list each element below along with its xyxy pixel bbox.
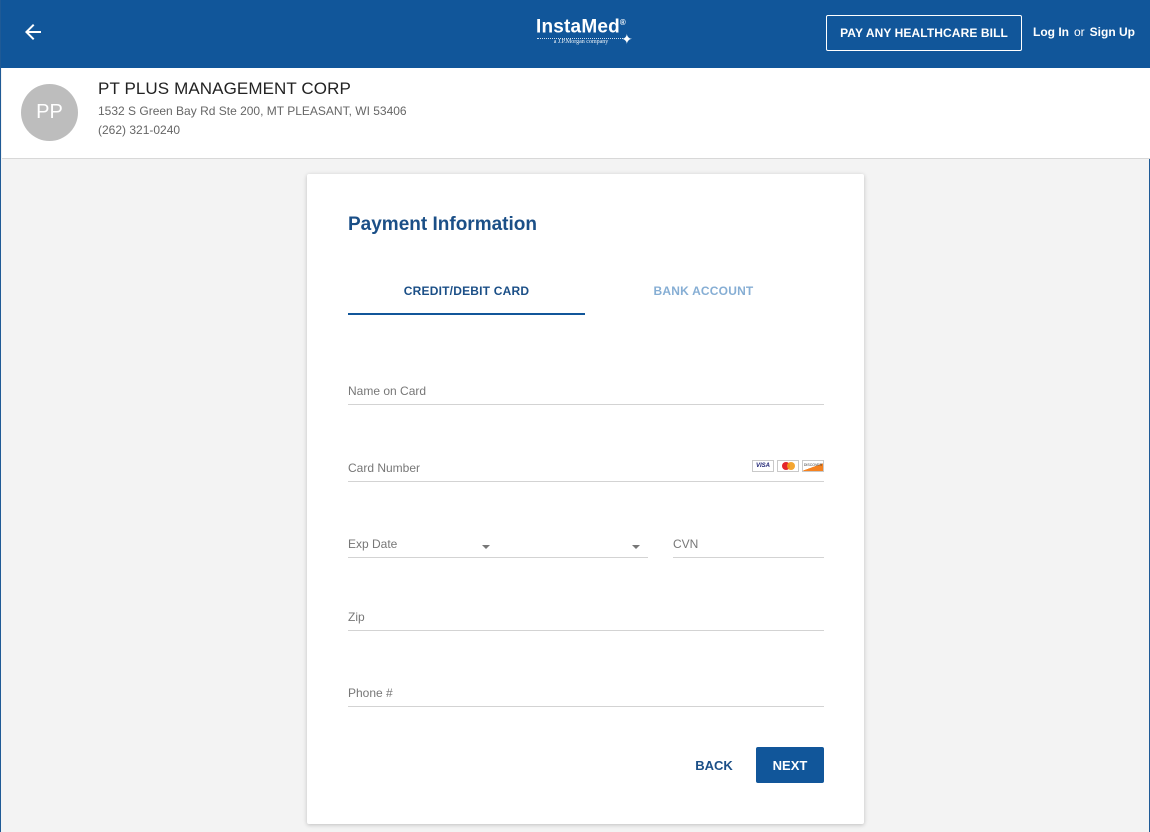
- avatar: PP: [21, 84, 78, 141]
- tab-credit-debit-card[interactable]: CREDIT/DEBIT CARD: [348, 284, 585, 298]
- mastercard-logo: [777, 460, 799, 472]
- provider-header: PP PT PLUS MANAGEMENT CORP 1532 S Green …: [2, 68, 1150, 159]
- or-text: or: [1074, 25, 1085, 39]
- mastercard-orange-circle: [787, 462, 795, 470]
- arrow-left-icon[interactable]: [21, 20, 45, 44]
- exp-date-label: Exp Date: [348, 537, 398, 551]
- provider-name: PT PLUS MANAGEMENT CORP: [98, 79, 351, 98]
- page-title: Payment Information: [348, 214, 537, 235]
- signup-link[interactable]: Sign Up: [1090, 25, 1135, 39]
- name-on-card-field[interactable]: Name on Card: [348, 374, 824, 405]
- cvn-field[interactable]: CVN: [673, 527, 824, 558]
- card-number-label: Card Number: [348, 461, 421, 475]
- login-link[interactable]: Log In: [1033, 25, 1069, 39]
- card-number-field[interactable]: Card Number VISA DISCOVER: [348, 451, 824, 482]
- exp-month-dropdown-icon[interactable]: [482, 545, 490, 549]
- next-button[interactable]: NEXT: [756, 747, 824, 783]
- phone-field[interactable]: Phone #: [348, 676, 824, 707]
- tab-bank-account[interactable]: BANK ACCOUNT: [585, 284, 822, 298]
- phone-label: Phone #: [348, 686, 393, 700]
- trademark-mark: ®: [619, 18, 627, 27]
- back-button[interactable]: BACK: [689, 747, 739, 783]
- cvn-label: CVN: [673, 537, 699, 551]
- app-frame: InstaMed® ✦ a J.P.Morgan company PAY ANY…: [0, 0, 1150, 832]
- provider-address: 1532 S Green Bay Rd Ste 200, MT PLEASANT…: [98, 104, 407, 118]
- accepted-cards: VISA DISCOVER: [752, 460, 824, 472]
- active-tab-indicator: [348, 313, 585, 315]
- payment-card: Payment Information CREDIT/DEBIT CARD BA…: [307, 174, 864, 824]
- pay-any-healthcare-bill-button[interactable]: PAY ANY HEALTHCARE BILL: [826, 15, 1022, 51]
- discover-logo: DISCOVER: [802, 460, 824, 472]
- top-bar: InstaMed® ✦ a J.P.Morgan company PAY ANY…: [1, 0, 1150, 68]
- instamed-logo: InstaMed® ✦ a J.P.Morgan company: [521, 12, 641, 58]
- exp-year-dropdown-icon[interactable]: [632, 545, 640, 549]
- exp-date-field[interactable]: Exp Date: [348, 527, 648, 558]
- zip-label: Zip: [348, 610, 365, 624]
- name-on-card-label: Name on Card: [348, 384, 427, 398]
- visa-logo: VISA: [752, 460, 774, 472]
- brand-subtitle: a J.P.Morgan company: [553, 39, 609, 46]
- zip-field[interactable]: Zip: [348, 600, 824, 631]
- auth-links: Log In or Sign Up: [1033, 25, 1135, 39]
- brand-name: InstaMed: [535, 16, 620, 38]
- provider-phone: (262) 321-0240: [98, 123, 181, 137]
